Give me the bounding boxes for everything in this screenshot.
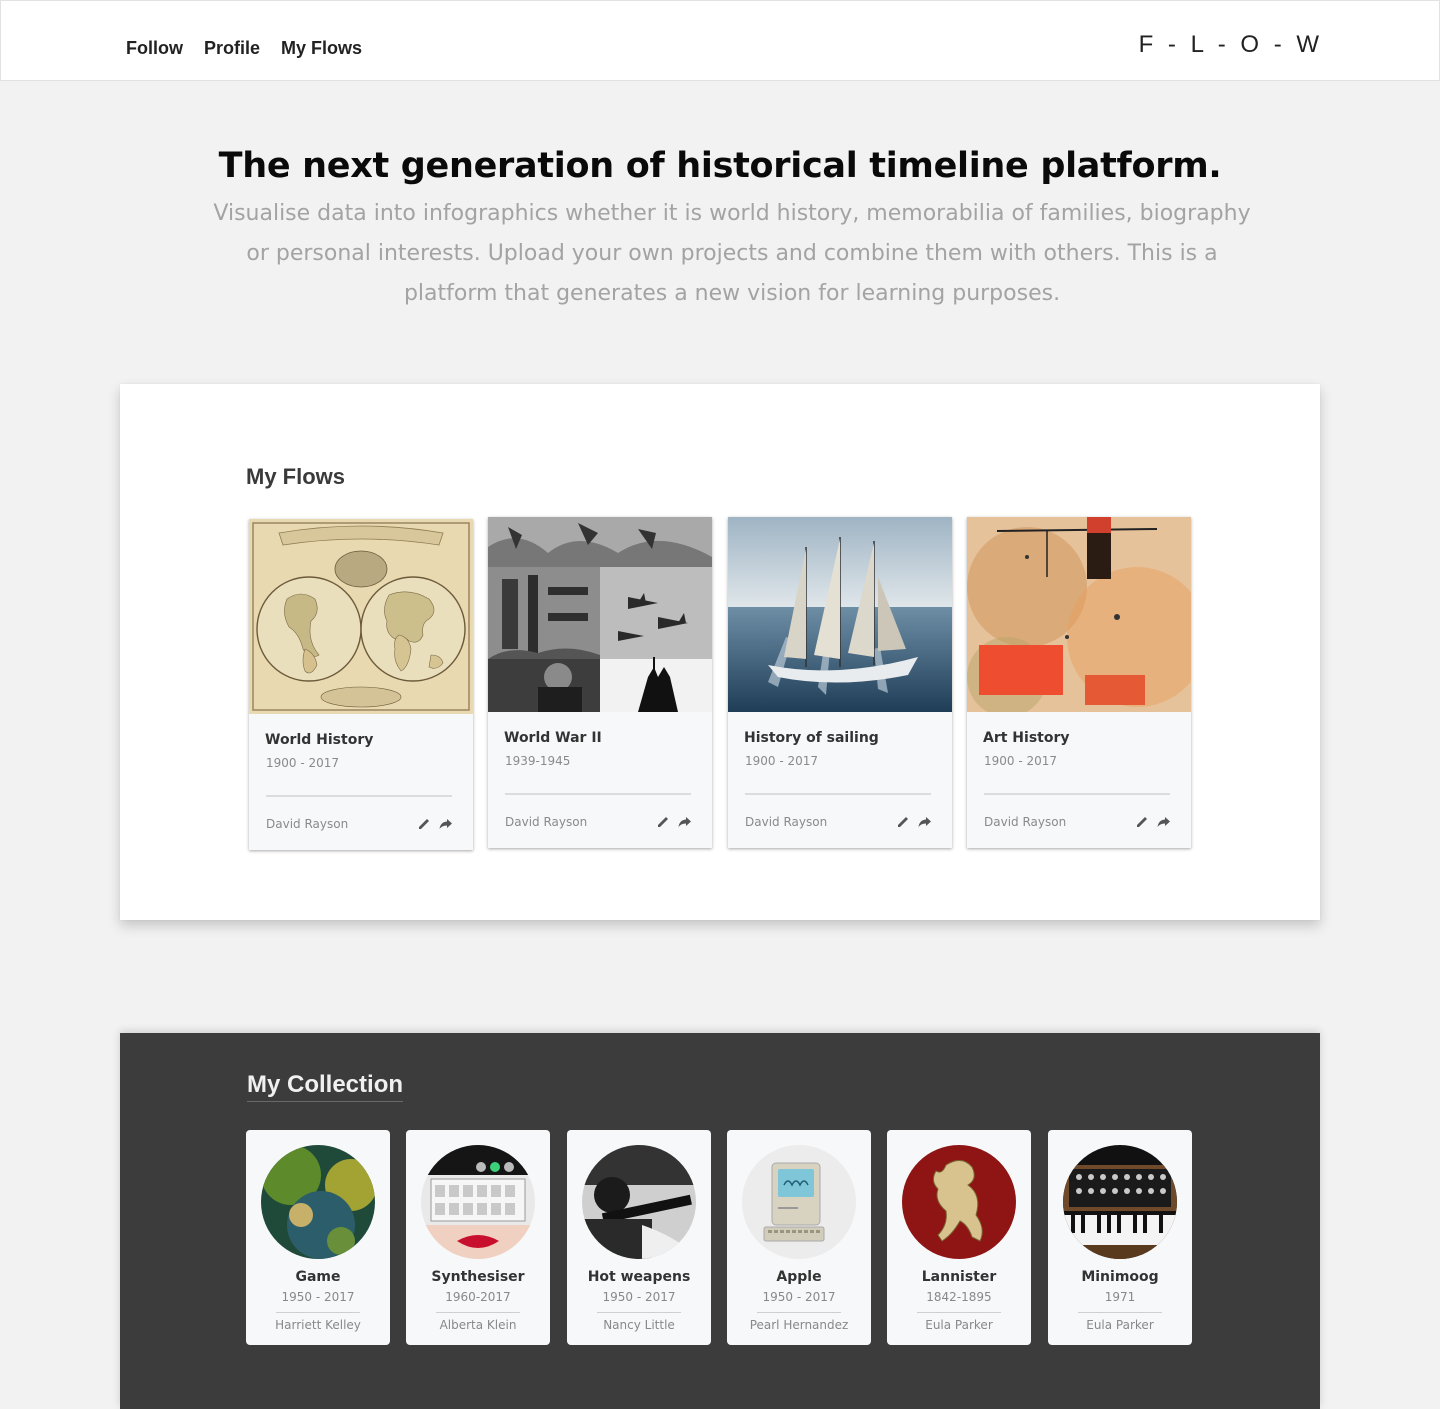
- collection-card-game[interactable]: Game 1950 - 2017 Harriett Kelley: [246, 1130, 390, 1345]
- my-collection-title: My Collection: [247, 1071, 404, 1102]
- collection-card-author: Harriett Kelley: [275, 1318, 361, 1332]
- share-arrow-icon[interactable]: [438, 816, 453, 831]
- divider: [597, 1312, 681, 1313]
- flow-card-author: David Rayson: [984, 815, 1067, 829]
- nav-my-flows-link[interactable]: My Flows: [281, 37, 362, 59]
- game-scene-image: [261, 1145, 375, 1259]
- collection-card-apple[interactable]: Apple 1950 - 2017 Pearl Hernandez: [727, 1130, 871, 1345]
- flow-card-title: History of sailing: [744, 730, 879, 746]
- share-arrow-icon[interactable]: [677, 814, 692, 829]
- flow-card-title: World War II: [504, 730, 602, 746]
- nav-profile-link[interactable]: Profile: [204, 37, 260, 59]
- divider: [757, 1312, 841, 1313]
- collection-card-years: 1960-2017: [445, 1290, 511, 1304]
- pencil-icon[interactable]: [1135, 814, 1150, 829]
- collection-card-years: 1950 - 2017: [602, 1290, 676, 1304]
- flow-card-years: 1900 - 2017: [266, 756, 340, 770]
- flow-card-world-history[interactable]: World History 1900 - 2017 David Rayson: [249, 519, 473, 850]
- divider: [505, 793, 691, 795]
- collection-card-synthesiser[interactable]: Synthesiser 1960-2017 Alberta Klein: [406, 1130, 550, 1345]
- my-collection-panel: My Collection Game 1950 - 2017 Harriett …: [120, 1033, 1320, 1409]
- flow-card-author: David Rayson: [745, 815, 828, 829]
- collection-card-title: Hot weapens: [587, 1269, 691, 1285]
- main-nav: Follow Profile My Flows: [126, 37, 362, 59]
- divider: [276, 1312, 360, 1313]
- collection-card-years: 1971: [1104, 1290, 1136, 1304]
- flow-logo[interactable]: F - L - O - W: [1139, 31, 1323, 59]
- flow-card-history-of-sailing[interactable]: History of sailing 1900 - 2017 David Ray…: [728, 517, 952, 848]
- pencil-icon[interactable]: [656, 814, 671, 829]
- collection-card-title: Minimoog: [1081, 1269, 1159, 1285]
- abstract-painting-image: [967, 517, 1191, 712]
- collection-card-lannister[interactable]: Lannister 1842-1895 Eula Parker: [887, 1130, 1031, 1345]
- my-flows-title: My Flows: [246, 464, 346, 489]
- world-map-image: [249, 519, 473, 714]
- flow-card-title: Art History: [983, 730, 1070, 746]
- flow-card-actions: [417, 816, 453, 831]
- collection-card-title: Game: [295, 1269, 341, 1285]
- collection-card-title: Synthesiser: [431, 1269, 525, 1285]
- minimoog-image: [1063, 1145, 1177, 1259]
- nav-follow-link[interactable]: Follow: [126, 37, 183, 59]
- hero-subtitle: Visualise data into infographics whether…: [213, 201, 1251, 306]
- sailing-ship-image: [728, 517, 952, 712]
- collection-card-author: Nancy Little: [603, 1318, 675, 1332]
- flow-card-title: World History: [265, 732, 374, 748]
- pencil-icon[interactable]: [896, 814, 911, 829]
- collection-card-author: Eula Parker: [925, 1318, 993, 1332]
- collection-card-years: 1950 - 2017: [762, 1290, 836, 1304]
- collection-card-author: Pearl Hernandez: [749, 1318, 849, 1332]
- share-arrow-icon[interactable]: [1156, 814, 1171, 829]
- war-collage-image: [488, 517, 712, 712]
- lion-crest-image: [902, 1145, 1016, 1259]
- top-navigation-bar: Follow Profile My Flows F - L - O - W: [0, 0, 1440, 81]
- pencil-icon[interactable]: [417, 816, 432, 831]
- my-flows-panel: My Flows World History 1900 - 2017 David…: [120, 384, 1320, 920]
- macintosh-image: [742, 1145, 856, 1259]
- collection-card-title: Lannister: [921, 1269, 997, 1285]
- collection-card-author: Eula Parker: [1086, 1318, 1154, 1332]
- flow-card-actions: [896, 814, 932, 829]
- collection-card-author: Alberta Klein: [439, 1318, 517, 1332]
- flow-card-world-war-ii[interactable]: World War II 1939-1945 David Rayson: [488, 517, 712, 848]
- flow-card-actions: [656, 814, 692, 829]
- divider: [436, 1312, 520, 1313]
- synthesiser-image: [421, 1145, 535, 1259]
- flow-card-author: David Rayson: [505, 815, 588, 829]
- divider: [745, 793, 931, 795]
- hero-title: The next generation of historical timeli…: [218, 146, 1222, 186]
- collection-card-minimoog[interactable]: Minimoog 1971 Eula Parker: [1048, 1130, 1192, 1345]
- share-arrow-icon[interactable]: [917, 814, 932, 829]
- collection-card-hot-weapens[interactable]: Hot weapens 1950 - 2017 Nancy Little: [567, 1130, 711, 1345]
- flow-card-years: 1900 - 2017: [745, 754, 819, 768]
- flow-card-actions: [1135, 814, 1171, 829]
- divider: [1078, 1312, 1162, 1313]
- flow-card-years: 1900 - 2017: [984, 754, 1058, 768]
- divider: [917, 1312, 1001, 1313]
- flow-card-author: David Rayson: [266, 817, 349, 831]
- collection-card-years: 1950 - 2017: [281, 1290, 355, 1304]
- collection-card-years: 1842-1895: [926, 1290, 992, 1304]
- divider: [266, 795, 452, 797]
- divider: [984, 793, 1170, 795]
- weapons-image: [582, 1145, 696, 1259]
- flow-card-years: 1939-1945: [505, 754, 571, 768]
- flow-card-art-history[interactable]: Art History 1900 - 2017 David Rayson: [967, 517, 1191, 848]
- collection-card-title: Apple: [776, 1269, 822, 1285]
